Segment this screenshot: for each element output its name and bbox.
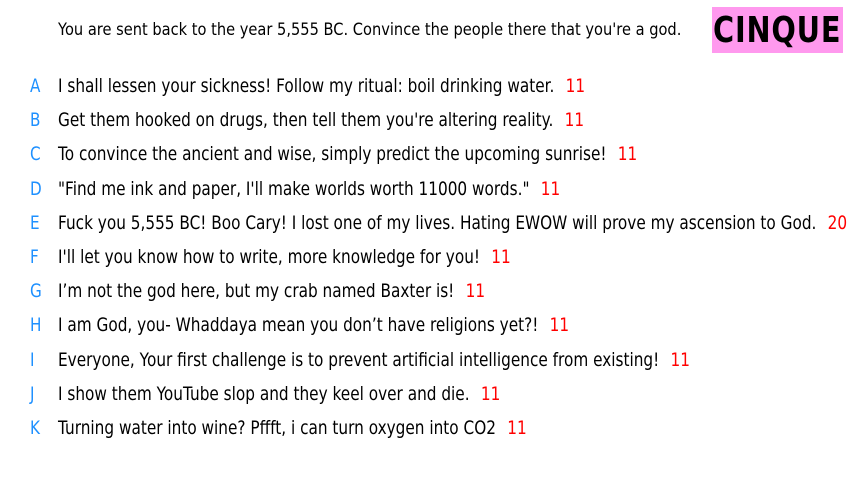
entry-score: 11: [670, 348, 691, 371]
entry-letter: I: [30, 348, 35, 371]
team-badge: CINQUE: [712, 7, 843, 53]
entry-score: 11: [564, 109, 585, 132]
entry-text: "Find me ink and paper, I'll make worlds…: [58, 177, 530, 200]
list-item: H I am God, you- Whaddaya mean you don’t…: [0, 308, 853, 342]
list-item: B Get them hooked on drugs, then tell th…: [0, 103, 853, 137]
entry-text: I am God, you- Whaddaya mean you don’t h…: [58, 314, 539, 337]
entry-letter: E: [30, 211, 40, 234]
entry-score: 11: [549, 314, 570, 337]
entry-text: Fuck you 5,555 BC! Boo Cary! I lost one …: [58, 211, 817, 234]
entry-text: I'll let you know how to write, more kno…: [58, 245, 481, 268]
entry-score: 11: [465, 280, 486, 303]
team-badge-label: CINQUE: [713, 9, 842, 51]
entry-letter: A: [30, 75, 41, 97]
entry-letter: B: [30, 109, 41, 132]
entry-score: 11: [491, 245, 511, 268]
entry-letter: F: [30, 245, 39, 268]
entry-score: 11: [507, 416, 527, 439]
entry-score: 11: [617, 143, 638, 166]
list-item: G I’m not the god here, but my crab name…: [0, 274, 853, 308]
entry-list: A I shall lessen your sickness! Follow m…: [0, 69, 853, 445]
entry-text: Get them hooked on drugs, then tell them…: [58, 109, 554, 132]
list-item: I Everyone, Your first challenge is to p…: [0, 343, 853, 377]
list-item: E Fuck you 5,555 BC! Boo Cary! I lost on…: [0, 206, 853, 240]
entry-text: To convince the ancient and wise, simply…: [58, 143, 607, 166]
list-item: C To convince the ancient and wise, simp…: [0, 137, 853, 171]
entry-text: I show them YouTube slop and they keel o…: [58, 382, 470, 405]
list-item: J I show them YouTube slop and they keel…: [0, 377, 853, 411]
list-item: F I'll let you know how to write, more k…: [0, 240, 853, 274]
entry-score: 11: [565, 75, 586, 97]
prompt-text: You are sent back to the year 5,555 BC. …: [58, 20, 682, 40]
list-item: A I shall lessen your sickness! Follow m…: [0, 69, 853, 103]
entry-letter: K: [30, 416, 40, 439]
entry-letter: C: [30, 143, 41, 166]
entry-letter: D: [30, 177, 42, 200]
entry-text: I’m not the god here, but my crab named …: [58, 280, 455, 303]
entry-letter: J: [30, 382, 35, 405]
entry-score: 20: [827, 211, 848, 234]
entry-letter: G: [30, 280, 42, 303]
list-item: D "Find me ink and paper, I'll make worl…: [0, 172, 853, 206]
list-item: K Turning water into wine? Pffft, i can …: [0, 411, 853, 445]
entry-letter: H: [30, 314, 42, 337]
entry-score: 11: [480, 382, 501, 405]
entry-score: 11: [540, 177, 561, 200]
entry-text: Everyone, Your first challenge is to pre…: [58, 348, 660, 371]
entry-text: I shall lessen your sickness! Follow my …: [58, 75, 555, 97]
entry-text: Turning water into wine? Pffft, i can tu…: [58, 416, 496, 439]
